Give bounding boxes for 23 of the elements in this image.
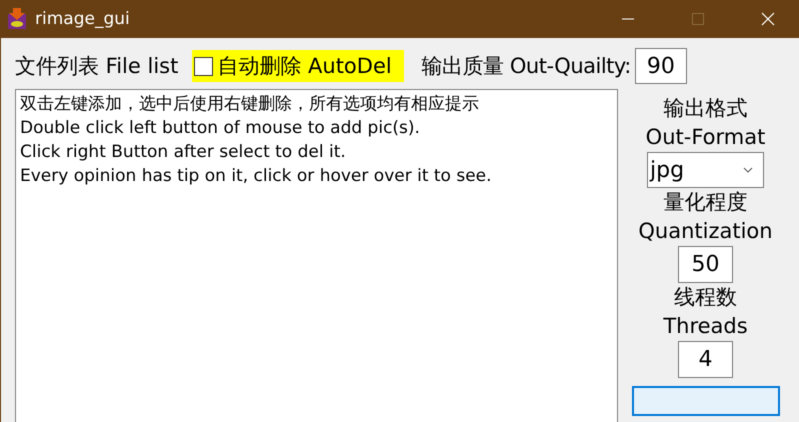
hint-text: 双击左键添加，选中后使用右键删除，所有选项均有相应提示 (20, 93, 480, 116)
quantization-label: Quantization (638, 218, 773, 245)
auto-delete-checkbox[interactable]: 自动删除 AutoDel (192, 50, 404, 82)
window-title: rimage_gui (35, 9, 130, 29)
quality-field[interactable]: 90 (634, 48, 687, 84)
file-list-label: 文件列表 File list (15, 53, 178, 80)
threads-label: 线程数 (674, 284, 737, 311)
file-list[interactable]: 双击左键添加，选中后使用右键删除，所有选项均有相应提示 Double click left button of mouse to add pic(s). Click right Button after select to del it. Every opinion has tip on it, click or hover over it to see. (15, 89, 618, 422)
chevron-down-icon (743, 167, 753, 173)
hint-text: Double click left button of mouse to add pic(s). (20, 117, 421, 140)
threads-label: Threads (663, 313, 748, 340)
format-label: Out-Format (646, 124, 766, 151)
app-icon (7, 8, 27, 30)
format-label: 输出格式 (664, 95, 748, 122)
hint-text: Click right Button after select to del it. (20, 141, 347, 164)
close-icon[interactable] (761, 12, 775, 26)
quantization-field[interactable]: 50 (678, 246, 733, 283)
hint-text: Every opinion has tip on it, click or hover over it to see. (20, 165, 493, 188)
quality-label: 输出质量 Out-Quailty: (422, 53, 631, 80)
threads-field[interactable]: 4 (678, 341, 733, 378)
quantization-label: 量化程度 (664, 189, 748, 216)
format-dropdown[interactable]: jpg (647, 152, 764, 188)
action-button[interactable] (632, 386, 780, 416)
